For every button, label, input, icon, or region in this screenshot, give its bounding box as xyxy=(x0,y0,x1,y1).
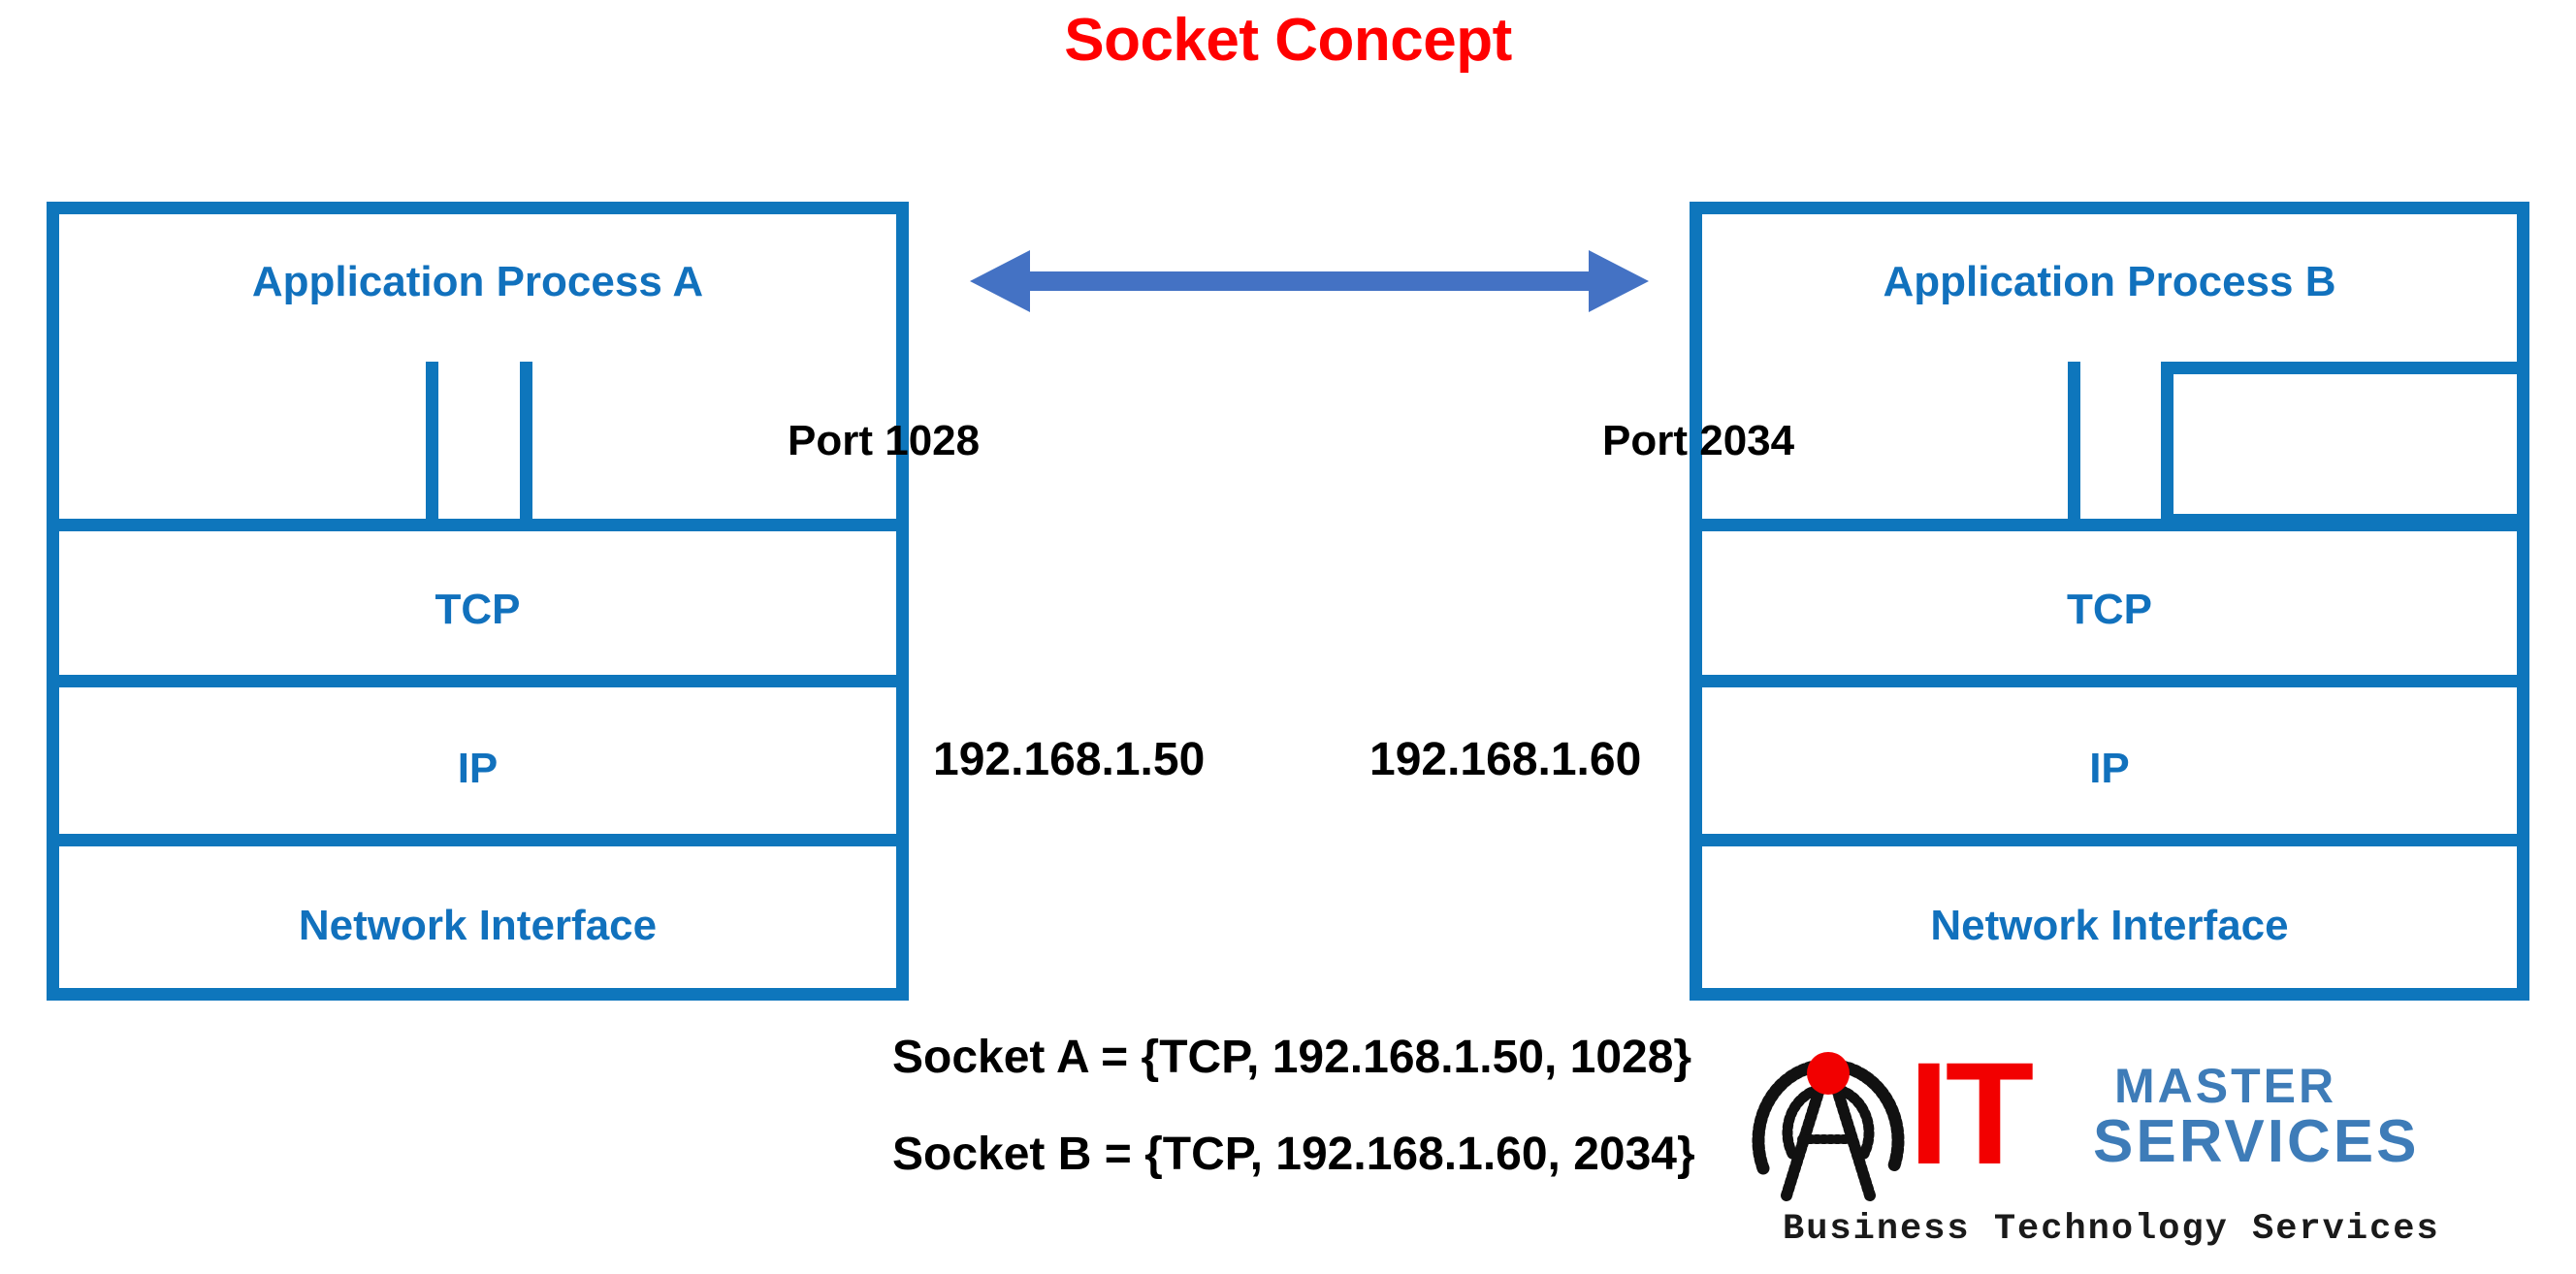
logo-brand-it: IT xyxy=(1909,1032,2034,1194)
stack-b-layer-network-interface-label: Network Interface xyxy=(1930,902,2289,949)
application-process-a-box: Application Process A xyxy=(47,202,909,374)
broadcast-antenna-icon xyxy=(1746,1023,1911,1202)
logo-brand-master: MASTER xyxy=(2114,1059,2337,1113)
logo-brand-services: SERVICES xyxy=(2093,1108,2420,1175)
socket-b-definition: Socket B = {TCP, 192.168.1.60, 2034} xyxy=(892,1129,1695,1180)
application-process-a-label: Application Process A xyxy=(251,258,704,305)
stack-a-divider-ip-netif xyxy=(47,834,909,846)
protocol-stack-a-box: TCP IP Network Interface xyxy=(47,519,909,1001)
antenna-icon-graphic xyxy=(1752,1052,1905,1201)
stack-a-divider-tcp-ip xyxy=(47,675,909,687)
double-arrow-icon xyxy=(970,250,1649,312)
port-label-left: Port 1028 xyxy=(788,417,981,464)
socket-b-neck-right xyxy=(2161,362,2529,526)
ip-address-right: 192.168.1.60 xyxy=(1369,734,1642,785)
ip-address-left: 192.168.1.50 xyxy=(933,734,1206,785)
stack-b-divider-tcp-ip xyxy=(1690,675,2529,687)
stack-b-divider-ip-netif xyxy=(1690,834,2529,846)
socket-a-definition: Socket A = {TCP, 192.168.1.50, 1028} xyxy=(892,1032,1692,1083)
socket-a-neck-left xyxy=(47,362,438,526)
stack-a-layer-network-interface-label: Network Interface xyxy=(298,902,658,949)
application-process-b-box: Application Process B xyxy=(1690,202,2529,374)
diagram-canvas: Socket Concept Application Process A TCP… xyxy=(0,0,2576,1274)
company-logo: IT MASTER SERVICES Business Technology S… xyxy=(1746,1023,2560,1265)
protocol-stack-b-box: TCP IP Network Interface xyxy=(1690,519,2529,1001)
stack-b-layer-ip-label: IP xyxy=(2089,745,2130,792)
port-label-right: Port 2034 xyxy=(1602,417,1795,464)
bidirectional-connection-arrow xyxy=(970,242,1649,320)
stack-a-layer-ip-label: IP xyxy=(457,745,499,792)
stack-b-layer-tcp-label: TCP xyxy=(2067,586,2152,633)
page-title: Socket Concept xyxy=(1064,7,1512,74)
logo-tagline: Business Technology Services xyxy=(1783,1209,2440,1250)
stack-a-layer-tcp-label: TCP xyxy=(435,586,521,633)
application-process-b-label: Application Process B xyxy=(1883,258,2336,305)
